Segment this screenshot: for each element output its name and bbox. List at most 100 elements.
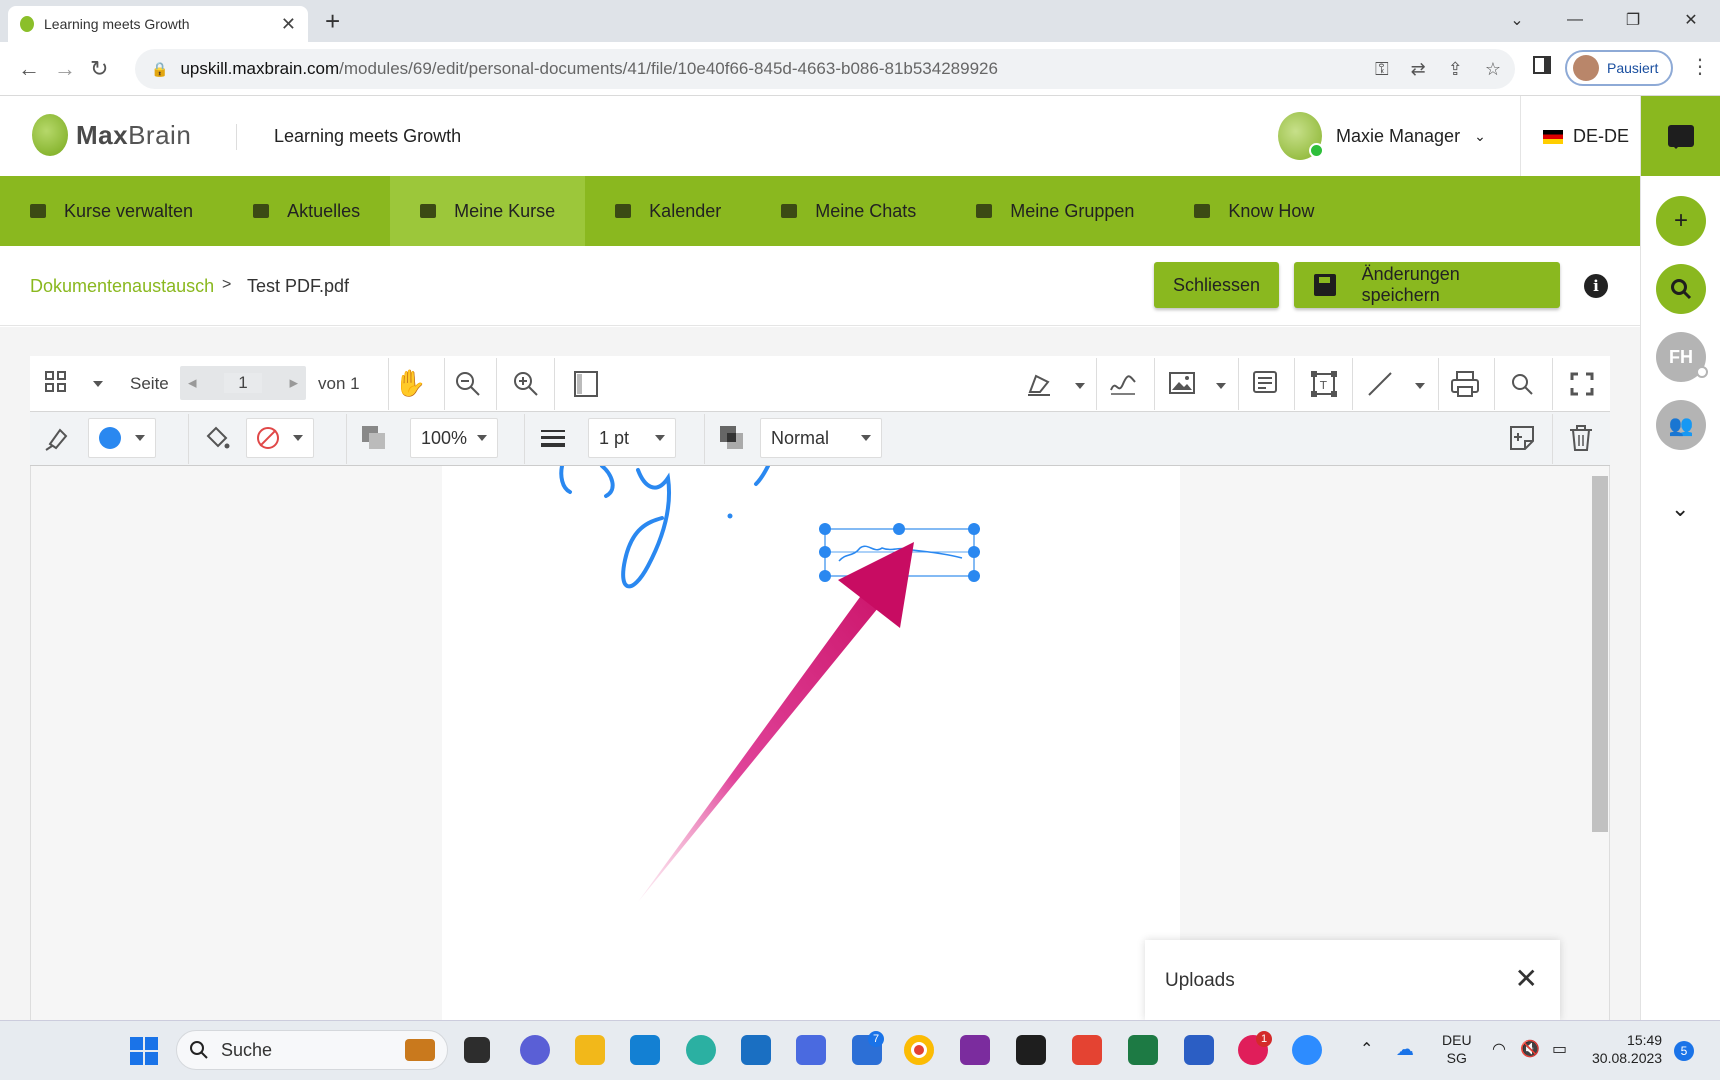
speaker-muted-icon[interactable]: 🔇 (1520, 1039, 1540, 1059)
translate-icon[interactable]: ⇄ (1411, 59, 1426, 80)
blend-mode-dropdown[interactable]: Normal (760, 418, 882, 458)
affinity-icon[interactable] (796, 1035, 826, 1065)
viewer-scrollbar[interactable] (1592, 476, 1608, 832)
highlighter-pen-icon[interactable] (1026, 368, 1054, 398)
new-tab-icon[interactable]: + (325, 6, 340, 37)
nav-item-kalender[interactable]: Kalender (585, 176, 751, 246)
notification-count[interactable]: 5 (1674, 1041, 1694, 1061)
current-page-input[interactable]: 1 (224, 373, 262, 393)
info-icon[interactable]: i (1584, 274, 1608, 298)
chrome-icon[interactable] (904, 1035, 934, 1065)
minimize-icon[interactable]: — (1546, 4, 1604, 36)
fill-color-dropdown[interactable] (246, 418, 314, 458)
key-icon[interactable]: ⚿ (1375, 59, 1389, 80)
save-changes-button[interactable]: Änderungen speichern (1294, 262, 1560, 308)
user-menu[interactable]: Maxie Manager ⌄ (1278, 112, 1486, 160)
excel-icon[interactable] (1128, 1035, 1158, 1065)
caret-down-icon[interactable] (1415, 383, 1425, 394)
zoom-out-icon[interactable] (454, 370, 482, 398)
reload-icon[interactable]: ↻ (90, 56, 108, 82)
file-explorer-icon[interactable] (575, 1035, 605, 1065)
stroke-color-dropdown[interactable] (88, 418, 156, 458)
browser-menu-icon[interactable]: ⋮ (1690, 54, 1710, 79)
opacity-dropdown[interactable]: 100% (410, 418, 498, 458)
close-button[interactable]: Schliessen (1154, 262, 1279, 308)
page-navigator[interactable]: ◂ 1 ▸ (180, 366, 306, 400)
l-app-icon[interactable] (630, 1035, 660, 1065)
input-language[interactable]: DEU SG (1442, 1031, 1472, 1067)
image-icon[interactable] (1168, 370, 1196, 396)
add-note-icon[interactable] (1508, 424, 1536, 452)
fit-page-icon[interactable] (572, 370, 600, 398)
pdf-page[interactable] (442, 466, 1180, 1020)
nav-item-kurse-verwalten[interactable]: Kurse verwalten (0, 176, 223, 246)
close-tab-icon[interactable]: ✕ (281, 14, 296, 35)
tab-search-icon[interactable]: ⌄ (1488, 4, 1546, 36)
forward-arrow-icon[interactable]: → (54, 56, 76, 82)
back-arrow-icon[interactable]: ← (18, 56, 40, 82)
fullscreen-icon[interactable] (1570, 372, 1594, 396)
onedrive-cloud-icon[interactable]: ☁ (1396, 1039, 1414, 1060)
add-button[interactable]: + (1656, 196, 1706, 246)
nav-item-meine-kurse[interactable]: Meine Kurse (390, 176, 586, 246)
chat-toggle-button[interactable] (1641, 96, 1720, 176)
signature-icon[interactable] (1108, 368, 1138, 398)
teams-chat-icon[interactable] (520, 1035, 550, 1065)
bookmark-star-icon[interactable]: ☆ (1485, 59, 1501, 80)
print-icon[interactable] (1450, 370, 1480, 398)
search-button[interactable] (1656, 264, 1706, 314)
nav-item-meine-chats[interactable]: Meine Chats (751, 176, 946, 246)
caret-down-icon[interactable] (93, 381, 103, 392)
windows-start-icon[interactable] (130, 1037, 158, 1065)
store-icon[interactable] (741, 1035, 771, 1065)
chevron-up-icon[interactable]: ⌃ (1360, 1039, 1373, 1059)
url-field[interactable]: 🔒 upskill.maxbrain.com/modules/69/edit/p… (135, 49, 1515, 89)
edge-icon[interactable] (686, 1035, 716, 1065)
browser-tab[interactable]: Learning meets Growth ✕ (8, 6, 308, 42)
caret-down-icon[interactable] (1075, 383, 1085, 394)
task-view-icon[interactable] (464, 1037, 490, 1063)
next-page-icon[interactable]: ▸ (289, 373, 298, 393)
nav-item-know-how[interactable]: Know How (1164, 176, 1344, 246)
thumbnails-grid-icon[interactable] (44, 370, 68, 394)
search-icon[interactable] (1510, 372, 1534, 396)
blend-mode-icon[interactable] (718, 424, 746, 452)
close-icon[interactable]: ✕ (1515, 962, 1538, 995)
opacity-icon[interactable] (360, 424, 388, 452)
caret-down-icon[interactable] (1216, 383, 1226, 394)
close-window-icon[interactable]: ✕ (1662, 4, 1720, 36)
taskbar-search[interactable]: Suche (176, 1030, 448, 1070)
stroke-style-brush-icon[interactable] (44, 424, 72, 452)
user-avatar-fh[interactable]: FH (1656, 332, 1708, 382)
chevron-down-icon[interactable]: ⌄ (1671, 496, 1689, 522)
zoom-in-icon[interactable] (512, 370, 540, 398)
side-panel-icon[interactable] (1533, 56, 1551, 74)
word-icon[interactable] (1184, 1035, 1214, 1065)
caret-down-icon (477, 435, 487, 446)
battery-icon[interactable]: ▭ (1552, 1039, 1567, 1059)
share-icon[interactable]: ⇪ (1448, 59, 1463, 80)
stroke-width-dropdown[interactable]: 1 pt (588, 418, 676, 458)
nav-item-aktuelles[interactable]: Aktuelles (223, 176, 390, 246)
zoom-icon[interactable] (1292, 1035, 1322, 1065)
trash-icon[interactable] (1568, 424, 1594, 452)
profile-button[interactable]: Pausiert (1565, 50, 1673, 86)
note-comment-icon[interactable] (1252, 370, 1278, 396)
maxbrain-logo[interactable]: MaxBrain (32, 114, 191, 156)
figma-icon[interactable] (1016, 1035, 1046, 1065)
line-tool-icon[interactable] (1366, 370, 1394, 398)
breadcrumb-parent-link[interactable]: Dokumentenaustausch (30, 276, 214, 297)
fill-bucket-icon[interactable] (202, 424, 230, 452)
text-box-icon[interactable]: T (1310, 370, 1338, 398)
hand-pan-icon[interactable]: ✋ (394, 368, 426, 399)
restore-icon[interactable]: ❐ (1604, 4, 1662, 36)
language-switcher[interactable]: DE-DE (1543, 126, 1629, 147)
line-weight-icon[interactable] (540, 426, 566, 450)
prev-page-icon[interactable]: ◂ (188, 373, 197, 393)
wifi-icon[interactable]: ◠ (1492, 1039, 1506, 1059)
onenote-icon[interactable] (960, 1035, 990, 1065)
groups-button[interactable]: 👥 (1656, 400, 1706, 450)
todoist-icon[interactable] (1072, 1035, 1102, 1065)
nav-item-meine-gruppen[interactable]: Meine Gruppen (946, 176, 1164, 246)
system-clock[interactable]: 15:49 30.08.2023 (1592, 1031, 1662, 1067)
